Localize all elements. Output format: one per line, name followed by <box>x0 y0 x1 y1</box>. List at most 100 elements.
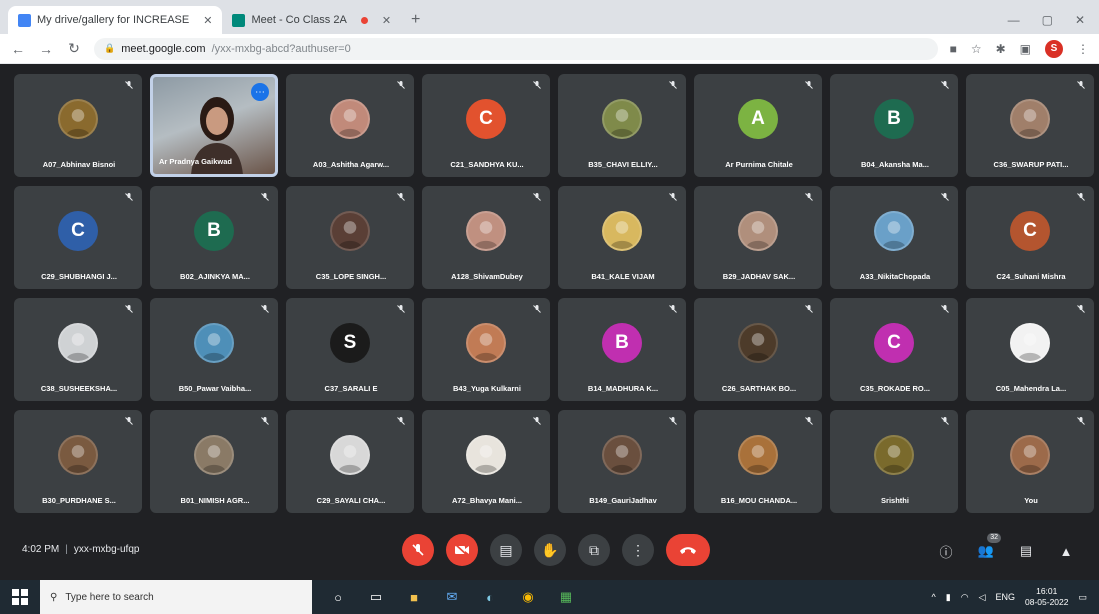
mic-muted-icon <box>939 415 951 427</box>
back-icon[interactable]: ← <box>10 41 26 57</box>
participant-tile[interactable]: S C37_SARALI E <box>286 298 414 401</box>
close-tab-icon[interactable]: ✕ <box>203 14 212 27</box>
participant-tile[interactable]: B29_JADHAV SAK... <box>694 186 822 289</box>
mic-muted-icon <box>667 303 679 315</box>
camera-off-button[interactable] <box>446 534 478 566</box>
participant-tile[interactable]: B30_PURDHANE S... <box>14 410 142 513</box>
participant-tile[interactable]: C C21_SANDHYA KU... <box>422 74 550 177</box>
participant-tile[interactable]: C35_LOPE SINGH... <box>286 186 414 289</box>
participant-tile[interactable]: C29_SAYALI CHA... <box>286 410 414 513</box>
participant-tile[interactable]: C36_SWARUP PATI... <box>966 74 1094 177</box>
participant-photo <box>602 211 642 252</box>
volume-icon[interactable]: ◁ <box>979 592 986 603</box>
meeting-details-button[interactable]: ⓘ <box>935 540 957 562</box>
edge-icon[interactable]: ◐ <box>480 587 500 607</box>
present-button[interactable]: ⧉ <box>578 534 610 566</box>
new-tab-button[interactable]: + <box>401 6 430 34</box>
people-button[interactable]: 👥 32 <box>975 533 1001 562</box>
chrome-icon[interactable]: ◉ <box>518 587 538 607</box>
participant-tile[interactable]: B B14_MADHURA K... <box>558 298 686 401</box>
participant-tile[interactable]: B B02_AJINKYA MA... <box>150 186 278 289</box>
camera-indicator-icon[interactable]: ■ <box>950 42 957 56</box>
mic-muted-icon <box>531 191 543 203</box>
mic-off-button[interactable] <box>402 534 434 566</box>
browser-tab-1[interactable]: My drive/gallery for INCREASE ✕ <box>8 6 223 34</box>
taskbar-clock[interactable]: 16:01 08-05-2022 <box>1025 586 1068 608</box>
close-window-icon[interactable]: ✕ <box>1075 13 1085 27</box>
participant-tile[interactable]: B01_NIMISH AGR... <box>150 410 278 513</box>
mic-muted-icon <box>259 303 271 315</box>
browser-tab-2[interactable]: Meet - Co Class 2A ✕ <box>222 6 401 34</box>
file-explorer-icon[interactable]: ■ <box>404 587 424 607</box>
mic-muted-icon <box>123 303 135 315</box>
mail-icon[interactable]: ✉ <box>442 587 462 607</box>
participant-name: Ar Purnima Chitale <box>725 160 793 169</box>
participant-tile[interactable]: A128_ShivamDubey <box>422 186 550 289</box>
wifi-icon[interactable]: ◠ <box>961 592 969 603</box>
participant-tile[interactable]: A03_Ashitha Agarw... <box>286 74 414 177</box>
participant-tile[interactable]: A33_NikitaChopada <box>830 186 958 289</box>
tray-chevron-icon[interactable]: ^ <box>932 592 936 602</box>
participant-tile[interactable]: B41_KALE VIJAM <box>558 186 686 289</box>
address-bar[interactable]: 🔒 meet.google.com /yxx-mxbg-abcd?authuse… <box>94 37 938 60</box>
participant-name: B41_KALE VIJAM <box>591 272 655 281</box>
participant-tile[interactable]: B149_GauriJadhav <box>558 410 686 513</box>
participant-name: C29_SAYALI CHA... <box>316 496 386 505</box>
menu-icon[interactable]: ⋮ <box>1077 42 1089 56</box>
extensions-icon[interactable]: ✱ <box>996 42 1006 56</box>
battery-icon[interactable]: ▮ <box>946 592 951 603</box>
participant-tile[interactable]: C05_Mahendra La... <box>966 298 1094 401</box>
mic-muted-icon <box>395 191 407 203</box>
profile-avatar[interactable]: S <box>1045 39 1063 58</box>
participant-tile[interactable]: C C24_Suhani Mishra <box>966 186 1094 289</box>
participant-tile[interactable]: B B04_Akansha Ma... <box>830 74 958 177</box>
participant-tile[interactable]: C26_SARTHAK BO... <box>694 298 822 401</box>
side-controls: ⓘ 👥 32 ▤ ▲ <box>935 533 1077 562</box>
participant-tile[interactable]: A Ar Purnima Chitale <box>694 74 822 177</box>
participant-tile[interactable]: B35_CHAVI ELLIY... <box>558 74 686 177</box>
participant-name: B02_AJINKYA MA... <box>180 272 250 281</box>
participant-tile[interactable]: Srishthi <box>830 410 958 513</box>
start-button[interactable] <box>0 580 40 614</box>
participant-grid: A07_Abhinav Bisnoi ⋯ Ar Pradnya Gaikwad A03… <box>14 74 1094 522</box>
activities-button[interactable]: ▲ <box>1055 540 1077 562</box>
participant-photo <box>874 211 914 252</box>
participant-name: C24_Suhani Mishra <box>996 272 1066 281</box>
mic-muted-icon <box>123 191 135 203</box>
participant-tile[interactable]: You <box>966 410 1094 513</box>
participant-name: Srishthi <box>881 496 909 505</box>
language-indicator[interactable]: ENG <box>995 592 1015 602</box>
chat-button[interactable]: ▤ <box>1015 540 1037 562</box>
taskbar-search[interactable]: ⚲ Type here to search <box>40 580 312 614</box>
participant-tile[interactable]: C38_SUSHEEKSHA... <box>14 298 142 401</box>
puzzle-icon[interactable]: ▣ <box>1020 42 1031 56</box>
reload-icon[interactable]: ↻ <box>66 40 82 57</box>
mic-muted-icon <box>395 303 407 315</box>
notifications-icon[interactable]: ▭ <box>1078 592 1087 603</box>
star-icon[interactable]: ☆ <box>971 42 982 56</box>
participant-tile[interactable]: B16_MOU CHANDA... <box>694 410 822 513</box>
participant-tile[interactable]: C C35_ROKADE RO... <box>830 298 958 401</box>
participant-tile[interactable]: A72_Bhavya Mani... <box>422 410 550 513</box>
participant-tile[interactable]: B50_Pawar Vaibha... <box>150 298 278 401</box>
raise-hand-button[interactable]: ✋ <box>534 534 566 566</box>
participant-tile[interactable]: ⋯ Ar Pradnya Gaikwad <box>150 74 278 177</box>
minimize-icon[interactable]: — <box>1008 13 1020 27</box>
participant-tile[interactable]: B43_Yuga Kulkarni <box>422 298 550 401</box>
mic-muted-icon <box>531 79 543 91</box>
close-tab-icon[interactable]: ✕ <box>382 14 391 27</box>
mic-muted-icon <box>803 415 815 427</box>
widgets-icon[interactable]: ▭ <box>366 587 386 607</box>
more-options-button[interactable]: ⋮ <box>622 534 654 566</box>
forward-icon[interactable]: → <box>38 41 54 57</box>
captions-button[interactable]: ▤ <box>490 534 522 566</box>
maximize-icon[interactable]: ▢ <box>1042 13 1053 27</box>
participant-photo <box>1010 99 1050 140</box>
participant-tile[interactable]: A07_Abhinav Bisnoi <box>14 74 142 177</box>
participant-tile[interactable]: C C29_SHUBHANGI J... <box>14 186 142 289</box>
excel-icon[interactable]: ▦ <box>556 587 576 607</box>
leave-call-button[interactable] <box>666 534 710 566</box>
mic-muted-icon <box>1075 79 1087 91</box>
participant-photo <box>602 435 642 476</box>
task-view-icon[interactable]: ○ <box>328 587 348 607</box>
